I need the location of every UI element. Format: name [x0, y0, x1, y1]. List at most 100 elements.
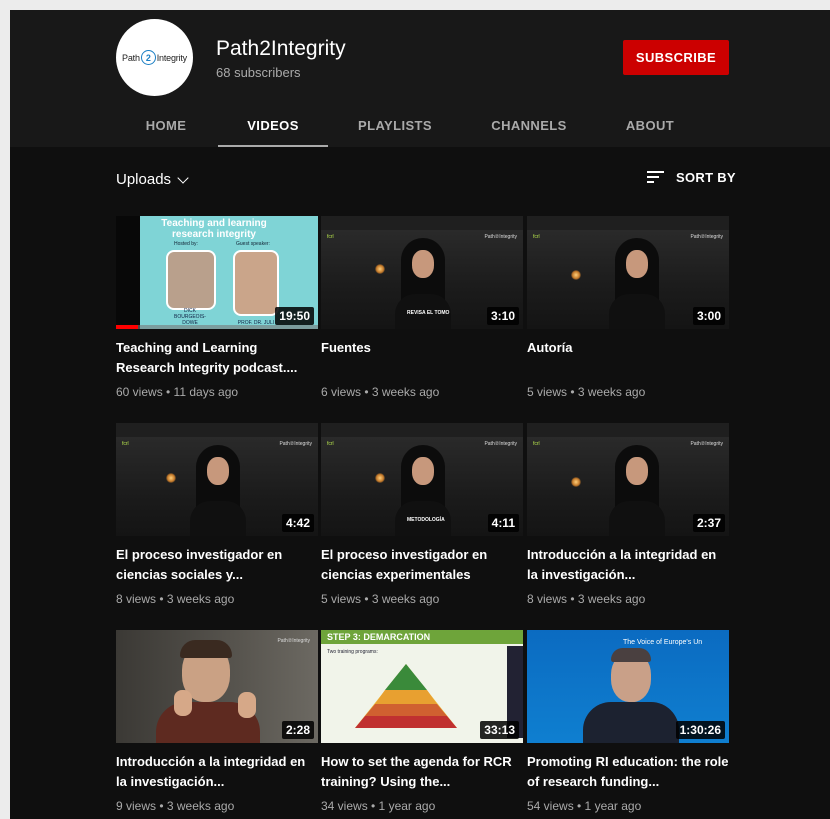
video-duration: 3:10: [486, 307, 519, 325]
lamp-light: [375, 264, 385, 274]
video-thumbnail[interactable]: STEP 3: DEMARCATION Two training program…: [321, 630, 523, 743]
lamp-light: [571, 477, 581, 487]
channel-avatar[interactable]: Path 2 Integrity: [116, 19, 193, 96]
video-title[interactable]: Introducción a la integridad en la inves…: [116, 752, 318, 792]
video-thumbnail[interactable]: Teaching and learning research integrity…: [116, 216, 318, 329]
thumbnail-heading: Teaching and learning research integrity: [161, 218, 267, 240]
tab-home[interactable]: HOME: [122, 106, 210, 145]
presenter: [190, 445, 246, 536]
channel-tabs: HOME VIDEOS PLAYLISTS CHANNELS ABOUT: [10, 106, 830, 147]
sort-by-button[interactable]: SORT BY: [647, 170, 736, 185]
subscribe-button[interactable]: SUBSCRIBE: [623, 40, 729, 75]
video-duration: 4:11: [487, 514, 519, 532]
video-card[interactable]: The Voice of Europe's Un 1:30:26 Promoti…: [527, 630, 729, 813]
watch-progress-bar: [116, 325, 318, 329]
video-duration: 1:30:26: [675, 721, 725, 739]
video-title[interactable]: How to set the agenda for RCR training? …: [321, 752, 523, 792]
presenter: [609, 445, 665, 536]
video-card[interactable]: fcrl Path②Integrity 2:37 Introducción a …: [527, 423, 729, 606]
thumbnail-hosted-label: Hosted by:: [174, 241, 198, 247]
video-meta: 34 views • 1 year ago: [321, 799, 436, 813]
video-meta: 5 views • 3 weeks ago: [527, 385, 646, 399]
video-card[interactable]: fcrl Path②Integrity METODOLOGÍA 4:11 El …: [321, 423, 523, 606]
youtube-channel-page: Path 2 Integrity Path2Integrity 68 subsc…: [10, 10, 830, 819]
tab-about[interactable]: ABOUT: [610, 106, 690, 145]
thumbnail-caption: REVISA EL TOMO: [407, 310, 450, 316]
video-thumbnail[interactable]: The Voice of Europe's Un 1:30:26: [527, 630, 729, 743]
video-meta: 5 views • 3 weeks ago: [321, 592, 440, 606]
video-duration: 2:37: [692, 514, 725, 532]
video-title[interactable]: Promoting RI education: the role of rese…: [527, 752, 729, 792]
speaker-hair: [611, 648, 651, 662]
video-meta: 9 views • 3 weeks ago: [116, 799, 235, 813]
host-photo: [166, 250, 216, 310]
video-duration: 3:00: [692, 307, 725, 325]
thumbnail-logo-left: fcrl: [327, 441, 334, 447]
video-meta: 6 views • 3 weeks ago: [321, 385, 440, 399]
chevron-down-icon: [177, 171, 189, 184]
sort-icon: [647, 171, 664, 184]
video-meta: 54 views • 1 year ago: [527, 799, 642, 813]
video-thumbnail[interactable]: fcrl Path②Integrity 2:37: [527, 423, 729, 536]
video-title[interactable]: Introducción a la integridad en la inves…: [527, 545, 729, 585]
video-title[interactable]: Autoría: [527, 338, 729, 378]
thumbnail-heading: The Voice of Europe's Un: [623, 639, 703, 646]
thumbnail-guest-label: Guest speaker:: [236, 241, 270, 247]
thumbnail-heading: STEP 3: DEMARCATION: [321, 630, 523, 644]
thumbnail-letterbox: [116, 216, 140, 329]
video-duration: 4:42: [281, 514, 314, 532]
video-thumbnail[interactable]: Path②Integrity 2:28: [116, 630, 318, 743]
presenter-hand: [238, 692, 256, 718]
video-duration: 19:50: [275, 307, 314, 325]
avatar-text-path: Path: [122, 52, 140, 63]
thumbnail-logo-right: Path②Integrity: [277, 638, 310, 644]
video-card[interactable]: fcrl Path②Integrity 4:42 El proceso inve…: [116, 423, 318, 606]
thumbnail-logo-right: Path②Integrity: [484, 441, 517, 447]
thumbnail-host-name: DICK BOURGEOIS-DOWE: [174, 308, 206, 326]
presenter-hand: [174, 690, 192, 716]
thumbnail-subheading: Two training programs:: [327, 649, 378, 655]
video-thumbnail[interactable]: fcrl Path②Integrity REVISA EL TOMO 3:10: [321, 216, 523, 329]
tab-playlists[interactable]: PLAYLISTS: [340, 106, 450, 145]
sort-by-label: SORT BY: [676, 170, 736, 185]
video-meta: 8 views • 3 weeks ago: [116, 592, 235, 606]
pyramid-diagram: [355, 664, 457, 728]
video-duration: 2:28: [281, 721, 314, 739]
channel-header: Path 2 Integrity Path2Integrity 68 subsc…: [10, 10, 830, 147]
video-card[interactable]: Path②Integrity 2:28 Introducción a la in…: [116, 630, 318, 813]
thumbnail-logo-right: Path②Integrity: [484, 234, 517, 240]
video-thumbnail[interactable]: fcrl Path②Integrity 3:00: [527, 216, 729, 329]
subscriber-count: 68 subscribers: [216, 65, 301, 80]
video-card[interactable]: fcrl Path②Integrity REVISA EL TOMO 3:10 …: [321, 216, 523, 399]
video-title[interactable]: El proceso investigador en ciencias soci…: [116, 545, 318, 585]
avatar-text-integrity: Integrity: [156, 52, 187, 63]
thumbnail-logo-right: Path②Integrity: [279, 441, 312, 447]
speaker-body: [583, 702, 679, 743]
video-thumbnail[interactable]: fcrl Path②Integrity 4:42: [116, 423, 318, 536]
video-card[interactable]: Teaching and learning research integrity…: [116, 216, 318, 399]
lamp-light: [375, 473, 385, 483]
video-meta: 60 views • 11 days ago: [116, 385, 239, 399]
tab-videos[interactable]: VIDEOS: [218, 106, 328, 147]
thumbnail-logo-left: fcrl: [327, 234, 334, 240]
presenter-hair: [180, 640, 232, 658]
video-meta: 8 views • 3 weeks ago: [527, 592, 646, 606]
video-card[interactable]: STEP 3: DEMARCATION Two training program…: [321, 630, 523, 813]
channel-name: Path2Integrity: [216, 37, 346, 60]
uploads-dropdown[interactable]: Uploads: [116, 171, 189, 188]
guest-photo: [233, 250, 279, 316]
video-duration: 33:13: [480, 721, 519, 739]
thumbnail-logo-left: fcrl: [533, 234, 540, 240]
video-card[interactable]: fcrl Path②Integrity 3:00 Autoría 5 views…: [527, 216, 729, 399]
avatar-logo-icon: 2: [140, 50, 156, 65]
presenter: [609, 238, 665, 329]
thumbnail-logo-left: fcrl: [533, 441, 540, 447]
thumbnail-logo-right: Path②Integrity: [690, 234, 723, 240]
lamp-light: [571, 270, 581, 280]
video-title[interactable]: Teaching and Learning Research Integrity…: [116, 338, 318, 378]
thumbnail-logo-right: Path②Integrity: [690, 441, 723, 447]
video-title[interactable]: Fuentes: [321, 338, 523, 378]
tab-channels[interactable]: CHANNELS: [474, 106, 584, 145]
video-title[interactable]: El proceso investigador en ciencias expe…: [321, 545, 523, 585]
video-thumbnail[interactable]: fcrl Path②Integrity METODOLOGÍA 4:11: [321, 423, 523, 536]
